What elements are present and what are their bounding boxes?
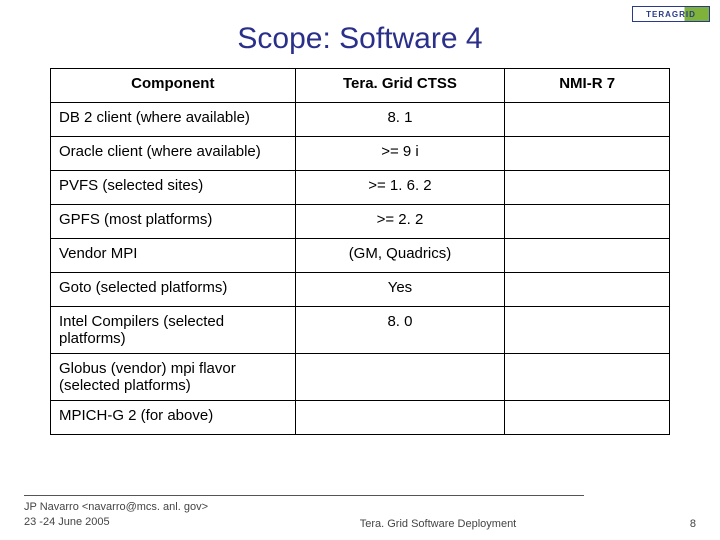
table-row: Intel Compilers (selected platforms) 8. … — [51, 307, 670, 354]
table-row: GPFS (most platforms) >= 2. 2 — [51, 205, 670, 239]
cell-component: Goto (selected platforms) — [51, 273, 296, 307]
teragrid-logo: TERAGRID — [632, 6, 710, 22]
cell-ctss: (GM, Quadrics) — [295, 239, 505, 273]
table-body: DB 2 client (where available) 8. 1 Oracl… — [51, 103, 670, 435]
page-title: Scope: Software 4 — [0, 0, 720, 68]
table-row: Vendor MPI (GM, Quadrics) — [51, 239, 670, 273]
cell-nmi — [505, 401, 670, 435]
cell-nmi — [505, 103, 670, 137]
cell-ctss: 8. 1 — [295, 103, 505, 137]
cell-ctss: >= 9 i — [295, 137, 505, 171]
col-header-nmi: NMI-R 7 — [505, 69, 670, 103]
page-number: 8 — [668, 518, 696, 530]
cell-nmi — [505, 307, 670, 354]
cell-component: Globus (vendor) mpi flavor (selected pla… — [51, 354, 296, 401]
table-row: DB 2 client (where available) 8. 1 — [51, 103, 670, 137]
cell-nmi — [505, 137, 670, 171]
cell-nmi — [505, 354, 670, 401]
slide-footer: JP Navarro <navarro@mcs. anl. gov> 23 -2… — [0, 495, 720, 530]
footer-center: Tera. Grid Software Deployment — [208, 518, 668, 530]
table-row: Globus (vendor) mpi flavor (selected pla… — [51, 354, 670, 401]
cell-component: GPFS (most platforms) — [51, 205, 296, 239]
cell-nmi — [505, 205, 670, 239]
cell-nmi — [505, 239, 670, 273]
cell-ctss: >= 1. 6. 2 — [295, 171, 505, 205]
cell-ctss: Yes — [295, 273, 505, 307]
software-table: Component Tera. Grid CTSS NMI-R 7 DB 2 c… — [50, 68, 670, 435]
cell-ctss: >= 2. 2 — [295, 205, 505, 239]
table-row: PVFS (selected sites) >= 1. 6. 2 — [51, 171, 670, 205]
cell-nmi — [505, 171, 670, 205]
table-row: Oracle client (where available) >= 9 i — [51, 137, 670, 171]
cell-ctss — [295, 354, 505, 401]
cell-nmi — [505, 273, 670, 307]
footer-author: JP Navarro <navarro@mcs. anl. gov> — [24, 500, 208, 515]
col-header-ctss: Tera. Grid CTSS — [295, 69, 505, 103]
footer-left: JP Navarro <navarro@mcs. anl. gov> 23 -2… — [24, 500, 208, 530]
table-row: Goto (selected platforms) Yes — [51, 273, 670, 307]
cell-component: Intel Compilers (selected platforms) — [51, 307, 296, 354]
cell-component: Vendor MPI — [51, 239, 296, 273]
cell-component: MPICH-G 2 (for above) — [51, 401, 296, 435]
cell-component: PVFS (selected sites) — [51, 171, 296, 205]
cell-component: DB 2 client (where available) — [51, 103, 296, 137]
col-header-component: Component — [51, 69, 296, 103]
footer-date: 23 -24 June 2005 — [24, 515, 208, 530]
cell-component: Oracle client (where available) — [51, 137, 296, 171]
cell-ctss: 8. 0 — [295, 307, 505, 354]
cell-ctss — [295, 401, 505, 435]
table-row: MPICH-G 2 (for above) — [51, 401, 670, 435]
footer-rule — [24, 495, 584, 496]
